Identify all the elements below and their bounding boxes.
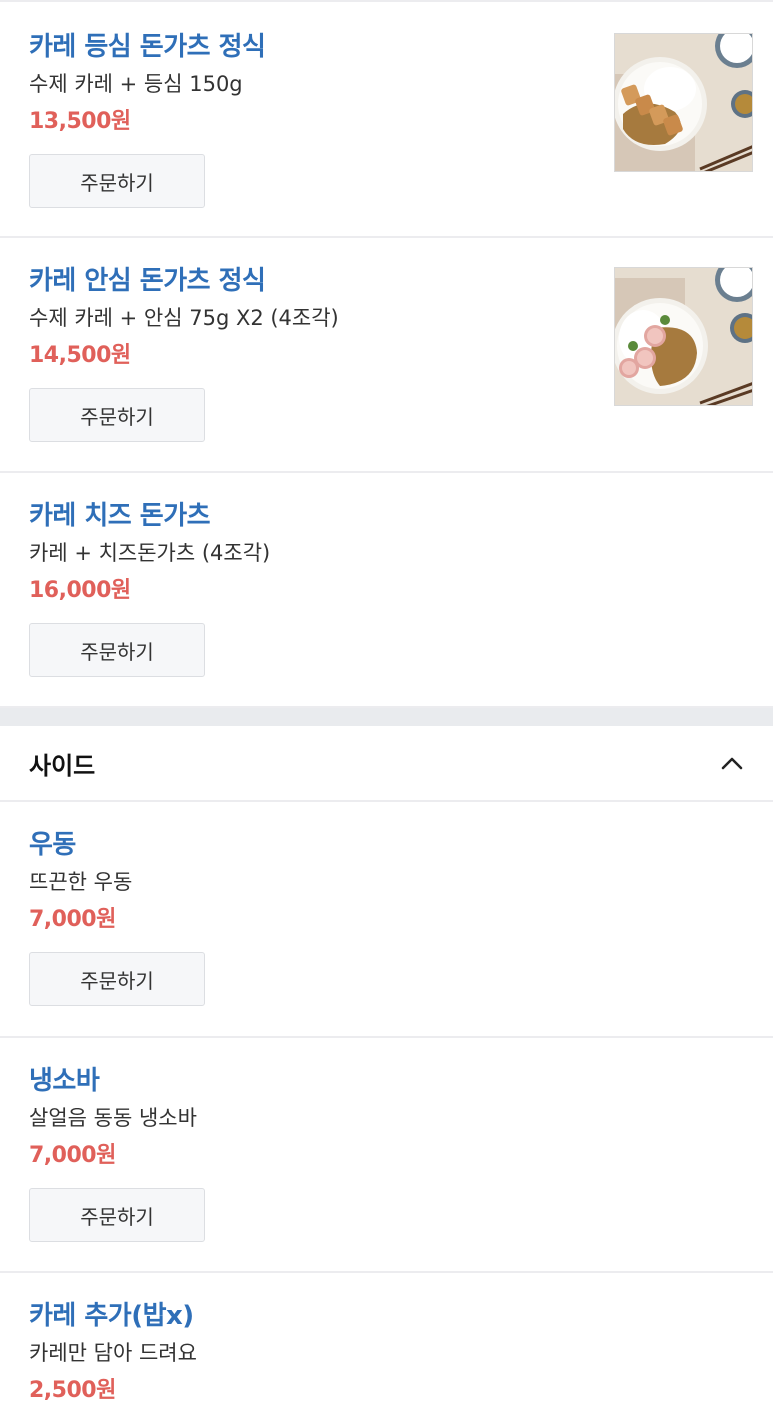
item-name: 냉소바 xyxy=(29,1066,100,1096)
menu-item-udon[interactable]: 우동 뜨끈한 우동 7,000원 주문하기 xyxy=(0,802,773,1038)
menu-item-tenderloin-cutlet[interactable]: 카레 안심 돈가츠 정식 수제 카레 + 안심 75g X2 (4조각) 14,… xyxy=(0,238,773,473)
item-price: 16,000원 xyxy=(29,578,131,603)
item-description: 카레 + 치즈돈가츠 (4조각) xyxy=(29,541,271,565)
item-name: 카레 추가(밥x) xyxy=(29,1301,194,1331)
item-description: 살얼음 동동 냉소바 xyxy=(29,1106,197,1130)
menu-item-cold-soba[interactable]: 냉소바 살얼음 동동 냉소바 7,000원 주문하기 xyxy=(0,1038,773,1273)
chevron-up-icon[interactable] xyxy=(720,751,744,775)
item-description: 카레만 담아 드려요 xyxy=(29,1341,197,1365)
section-header-side[interactable]: 사이드 xyxy=(0,726,773,802)
item-name: 카레 치즈 돈가츠 xyxy=(29,501,211,531)
item-description: 뜨끈한 우동 xyxy=(29,870,133,894)
order-button[interactable]: 주문하기 xyxy=(29,952,205,1006)
item-price: 7,000원 xyxy=(29,907,116,932)
item-price: 2,500원 xyxy=(29,1378,116,1403)
order-button[interactable]: 주문하기 xyxy=(29,623,205,677)
menu-item-photo[interactable] xyxy=(614,267,753,406)
order-button[interactable]: 주문하기 xyxy=(29,154,205,208)
section-separator xyxy=(0,708,773,726)
menu-item-photo[interactable] xyxy=(614,33,753,172)
order-button[interactable]: 주문하기 xyxy=(29,388,205,442)
section-title: 사이드 xyxy=(29,751,96,780)
curry-cutlet-image xyxy=(615,34,752,171)
order-button[interactable]: 주문하기 xyxy=(29,1188,205,1242)
curry-cutlet-image xyxy=(615,268,752,405)
menu-item-extra-curry[interactable]: 카레 추가(밥x) 카레만 담아 드려요 2,500원 xyxy=(0,1273,773,1419)
item-name: 우동 xyxy=(29,830,76,860)
menu-item-loin-cutlet[interactable]: 카레 등심 돈가츠 정식 수제 카레 + 등심 150g 13,500원 주문하… xyxy=(0,2,773,238)
item-price: 7,000원 xyxy=(29,1143,116,1168)
menu-item-cheese-cutlet[interactable]: 카레 치즈 돈가츠 카레 + 치즈돈가츠 (4조각) 16,000원 주문하기 xyxy=(0,473,773,708)
